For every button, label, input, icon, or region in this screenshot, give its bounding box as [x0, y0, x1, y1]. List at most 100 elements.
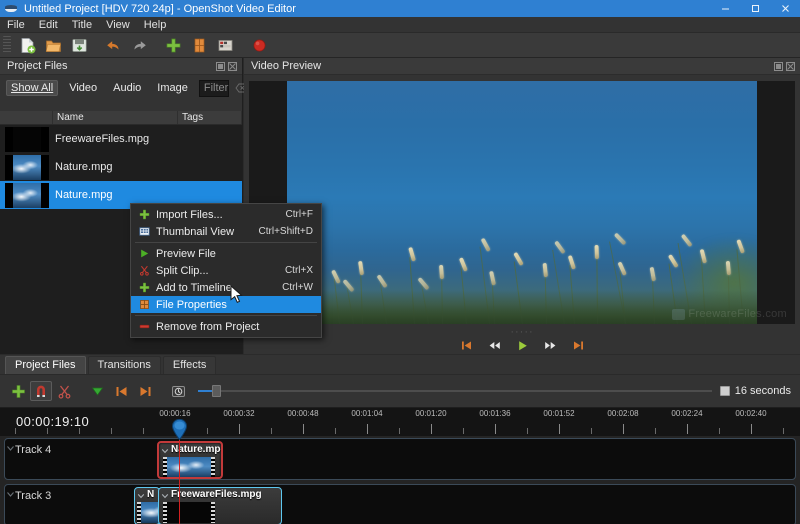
zoom-slider-handle[interactable] — [212, 385, 221, 397]
panel-float-icon[interactable] — [774, 61, 783, 71]
timeline-duration-checkbox[interactable] — [719, 386, 730, 396]
previous-marker-button[interactable] — [109, 379, 133, 403]
tab-transitions[interactable]: Transitions — [87, 356, 161, 374]
context-menu-item-import-files[interactable]: Import Files... Ctrl+F — [131, 206, 321, 223]
filter-audio-button[interactable]: Audio — [108, 80, 146, 96]
profile-icon[interactable] — [186, 33, 212, 57]
playhead-marker[interactable] — [171, 418, 188, 441]
filter-video-button[interactable]: Video — [64, 80, 102, 96]
track-label: Track 3 — [15, 490, 52, 502]
jump-to-start-button[interactable] — [459, 338, 473, 352]
timeline-clip-nature-partial[interactable]: N — [134, 487, 160, 524]
ruler-label: 00:02:08 — [607, 409, 639, 418]
playhead-line-upper — [179, 430, 180, 524]
center-playhead-button[interactable] — [166, 379, 190, 403]
grass-seed-head — [614, 232, 627, 246]
ruler-tick-minor — [15, 428, 16, 434]
jump-to-end-button[interactable] — [571, 338, 585, 352]
panel-close-icon[interactable] — [228, 61, 237, 71]
next-marker-button[interactable] — [133, 379, 157, 403]
tab-project-files[interactable]: Project Files — [5, 356, 86, 374]
chevron-down-icon[interactable] — [6, 490, 15, 499]
fullscreen-icon[interactable] — [212, 33, 238, 57]
column-thumbnail[interactable] — [0, 111, 53, 124]
clip-label: FreewareFiles.mpg — [171, 489, 262, 500]
file-row-freewarefiles[interactable]: FreewareFiles.mpg — [0, 125, 242, 153]
grass-seed-head — [330, 269, 341, 285]
ruler-tick-minor — [143, 428, 144, 434]
preview-splitter-handle[interactable]: ····· — [244, 326, 800, 338]
maximize-button[interactable] — [740, 0, 770, 17]
timeline-clip-nature[interactable]: Nature.mpg — [157, 441, 223, 479]
tab-effects[interactable]: Effects — [162, 356, 217, 374]
grass-seed-head — [554, 240, 566, 254]
context-menu-label: Preview File — [156, 247, 216, 260]
timeline-ruler[interactable]: 00:00:19:10 00:00:16 00:00:32 00:00:48 00:0… — [0, 408, 800, 436]
bottom-tab-bar: Project Files Transitions Effects — [0, 355, 800, 375]
context-menu-item-remove-from-project[interactable]: Remove from Project — [131, 318, 321, 335]
razor-tool-button[interactable] — [52, 379, 76, 403]
track-row-3[interactable]: Track 3 N FreewareFiles.mpg — [4, 484, 796, 524]
filter-input[interactable]: Filter — [198, 79, 230, 97]
menu-file[interactable]: File — [0, 17, 32, 33]
filter-show-all-button[interactable]: Show All — [6, 80, 59, 96]
new-project-icon[interactable] — [14, 33, 40, 57]
grass-seed-head — [358, 260, 365, 276]
close-button[interactable] — [770, 0, 800, 17]
chevron-down-icon[interactable] — [137, 491, 145, 499]
file-name: FreewareFiles.mpg — [55, 133, 150, 145]
chevron-down-icon[interactable] — [161, 491, 169, 499]
context-menu-item-preview-file[interactable]: Preview File — [131, 245, 321, 262]
context-menu-item-split-clip[interactable]: Split Clip... Ctrl+X — [131, 262, 321, 279]
timeline-zoom-slider[interactable] — [198, 381, 712, 401]
export-video-icon[interactable] — [246, 33, 272, 57]
column-tags[interactable]: Tags — [178, 111, 242, 124]
grass-seed-head — [649, 267, 656, 282]
video-preview-stage[interactable]: FreewareFiles.com — [249, 81, 795, 324]
menu-view[interactable]: View — [99, 17, 137, 33]
panel-close-icon[interactable] — [786, 61, 795, 71]
menu-help[interactable]: Help — [137, 17, 174, 33]
file-thumbnail — [5, 126, 49, 152]
playback-controls — [244, 336, 800, 354]
context-menu-item-thumbnail-view[interactable]: Thumbnail View Ctrl+Shift+D — [131, 223, 321, 240]
video-preview-title: Video Preview — [251, 60, 322, 72]
project-files-panel-bar: Project Files — [0, 58, 242, 75]
panel-float-icon[interactable] — [216, 61, 225, 71]
add-marker-button[interactable] — [85, 379, 109, 403]
track-row-4[interactable]: Track 4 Nature.mpg — [4, 438, 796, 480]
ruler-tick-minor — [207, 428, 208, 434]
minimize-button[interactable] — [710, 0, 740, 17]
play-button[interactable] — [515, 338, 529, 352]
ruler-tick-major — [559, 424, 560, 434]
ruler-tick-minor — [655, 428, 656, 434]
filter-image-button[interactable]: Image — [152, 80, 193, 96]
redo-icon[interactable] — [126, 33, 152, 57]
snapping-toggle[interactable] — [30, 381, 52, 401]
menu-edit[interactable]: Edit — [32, 17, 65, 33]
context-menu-item-add-to-timeline[interactable]: Add to Timeline Ctrl+W — [131, 279, 321, 296]
timeline-duration-group: 16 seconds — [719, 385, 800, 397]
timeline-clip-freewarefiles[interactable]: FreewareFiles.mpg — [158, 487, 282, 524]
file-row-nature-1[interactable]: Nature.mpg — [0, 153, 242, 181]
add-track-button[interactable] — [6, 379, 30, 403]
undo-icon[interactable] — [100, 33, 126, 57]
mouse-cursor — [230, 284, 243, 307]
play-green-icon — [137, 247, 152, 260]
watermark: FreewareFiles.com — [672, 308, 787, 320]
toolbar-drag-handle[interactable] — [3, 36, 11, 54]
fast-forward-button[interactable] — [543, 338, 557, 352]
chevron-down-icon[interactable] — [6, 444, 15, 453]
ruler-label: 00:02:40 — [735, 409, 767, 418]
context-menu-item-file-properties[interactable]: File Properties — [131, 296, 321, 313]
menu-title[interactable]: Title — [65, 17, 99, 33]
timeline-tracks[interactable]: Track 4 Nature.mpg Track 3 N FreewareFil… — [0, 436, 800, 524]
chevron-down-icon[interactable] — [161, 446, 169, 454]
context-menu-label: Split Clip... — [156, 264, 209, 277]
rewind-button[interactable] — [487, 338, 501, 352]
save-project-icon[interactable] — [66, 33, 92, 57]
import-files-icon[interactable] — [160, 33, 186, 57]
open-project-icon[interactable] — [40, 33, 66, 57]
column-name[interactable]: Name — [53, 111, 178, 124]
ruler-label: 00:00:16 — [159, 409, 191, 418]
